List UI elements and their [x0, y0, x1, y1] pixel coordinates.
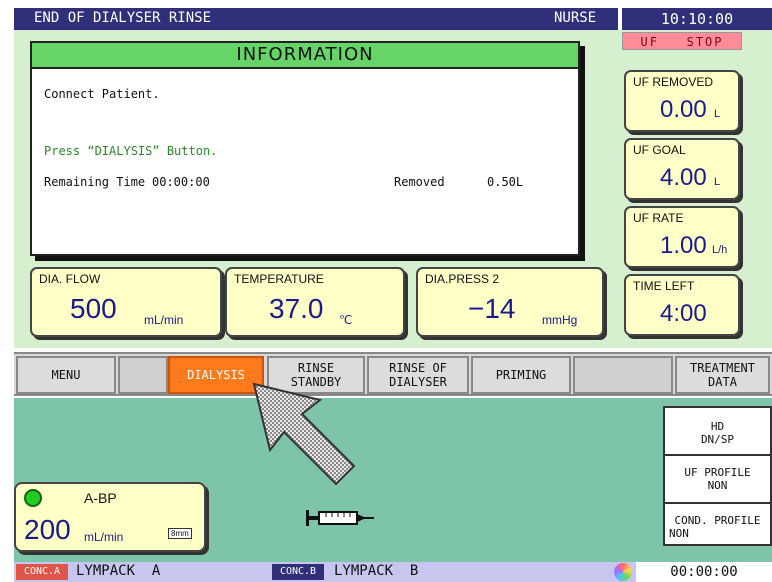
- removed-value: 0.50L: [487, 175, 524, 189]
- temperature-panel[interactable]: TEMPERATURE 37.0 ℃: [225, 267, 405, 337]
- blood-pump-value: 200: [24, 514, 71, 545]
- circuit-area: HD DN/SP UF PROFILE NON COND. PROFILE NO…: [14, 398, 772, 562]
- remaining-time-value: 00:00:00: [152, 175, 210, 189]
- dia-flow-label: DIA. FLOW: [39, 272, 101, 286]
- conc-a-tag: CONC.A: [16, 564, 68, 580]
- cond-profile-value: NON: [669, 527, 689, 540]
- conc-b-name: LYMPACK B: [334, 563, 419, 579]
- blood-pump-label: A-BP: [84, 490, 117, 506]
- hd-mode-line2[interactable]: DN/SP: [665, 433, 770, 446]
- priming-button[interactable]: PRIMING: [471, 356, 571, 394]
- remaining-time-label: Remaining Time: [44, 175, 146, 189]
- elapsed-time: 00:00:00: [636, 562, 772, 582]
- settings-divider: [665, 454, 770, 456]
- uf-goal-panel[interactable]: UF GOAL 4.00 L: [624, 138, 740, 200]
- conc-a-name: LYMPACK A: [76, 563, 161, 579]
- syringe-icon[interactable]: [304, 506, 376, 530]
- dia-press-value: −14: [468, 293, 516, 324]
- concentrate-status-bar: CONC.A LYMPACK A CONC.B LYMPACK B 00:00:…: [14, 562, 772, 582]
- dia-press-panel[interactable]: DIA.PRESS 2 −14 mmHg: [416, 267, 604, 337]
- uf-removed-label: UF REMOVED: [633, 75, 714, 89]
- blood-pump-unit: mL/min: [84, 530, 124, 544]
- time-left-value: 4:00: [660, 300, 707, 327]
- menu-button[interactable]: MENU: [16, 356, 116, 394]
- hd-mode-line1: HD: [710, 420, 725, 433]
- uf-rate-value: 1.00: [660, 232, 707, 259]
- color-wheel-icon: [614, 563, 632, 581]
- uf-removed-unit: L: [714, 108, 721, 120]
- temperature-unit: ℃: [339, 313, 353, 327]
- treatment-data-button[interactable]: TREATMENT DATA: [675, 356, 770, 394]
- dia-flow-unit: mL/min: [144, 313, 184, 327]
- status-led-icon: [24, 489, 42, 507]
- status-area: INFORMATION Connect Patient. Press “DIAL…: [14, 30, 772, 348]
- uf-rate-panel[interactable]: UF RATE 1.00 L/h: [624, 206, 740, 268]
- temperature-value: 37.0: [269, 293, 324, 324]
- dia-flow-panel[interactable]: DIA. FLOW 500 mL/min: [30, 267, 222, 337]
- uf-rate-unit: L/h: [712, 244, 728, 256]
- time-left-panel[interactable]: TIME LEFT 4:00: [624, 274, 740, 336]
- dialysis-machine-screen: END OF DIALYSER RINSE NURSE 10:10:00 INF…: [0, 0, 772, 582]
- tube-size-badge[interactable]: 8mm: [168, 528, 192, 539]
- uf-profile-value: NON: [707, 479, 728, 492]
- info-message-1: Connect Patient.: [44, 87, 160, 101]
- uf-removed-panel[interactable]: UF REMOVED 0.00 L: [624, 70, 740, 132]
- screen-title: END OF DIALYSER RINSE: [34, 10, 212, 26]
- uf-goal-value: 4.00: [660, 164, 707, 191]
- blank-button-2[interactable]: [573, 356, 673, 394]
- dia-press-unit: mmHg: [542, 313, 578, 327]
- conc-b-tag: CONC.B: [272, 564, 324, 580]
- settings-divider: [665, 502, 770, 504]
- information-panel: INFORMATION Connect Patient. Press “DIAL…: [30, 41, 580, 256]
- uf-profile-label[interactable]: UF PROFILE: [665, 466, 770, 479]
- uf-goal-unit: L: [714, 176, 721, 188]
- uf-goal-label: UF GOAL: [633, 143, 686, 157]
- rinse-of-dialyser-button[interactable]: RINSE OF DIALYSER: [367, 356, 469, 394]
- uf-removed-value: 0.00: [660, 96, 707, 123]
- time-left-label: TIME LEFT: [633, 279, 695, 293]
- temperature-label: TEMPERATURE: [234, 272, 324, 286]
- clock: 10:10:00: [622, 8, 772, 30]
- pointer-arrow-icon: [252, 382, 356, 486]
- info-message-2: Press “DIALYSIS” Button.: [44, 144, 218, 158]
- user-mode: NURSE: [554, 10, 597, 26]
- dia-flow-value: 500: [70, 293, 117, 324]
- arterial-blood-pump-panel[interactable]: A-BP 200 mL/min 8mm: [14, 482, 206, 552]
- cond-profile-label[interactable]: COND. PROFILE: [665, 514, 770, 527]
- treatment-settings-box: HD DN/SP UF PROFILE NON COND. PROFILE NO…: [663, 406, 772, 546]
- dia-press-label: DIA.PRESS 2: [425, 272, 500, 286]
- uf-rate-label: UF RATE: [633, 211, 684, 225]
- removed-label: Removed: [394, 175, 445, 189]
- information-heading: INFORMATION: [32, 43, 578, 69]
- uf-status-badge: UF STOP: [622, 32, 742, 50]
- blank-button-1[interactable]: [118, 356, 168, 394]
- function-button-bar: MENU DIALYSIS RINSE STANDBY RINSE OF DIA…: [14, 352, 772, 396]
- title-bar: END OF DIALYSER RINSE NURSE: [14, 8, 618, 30]
